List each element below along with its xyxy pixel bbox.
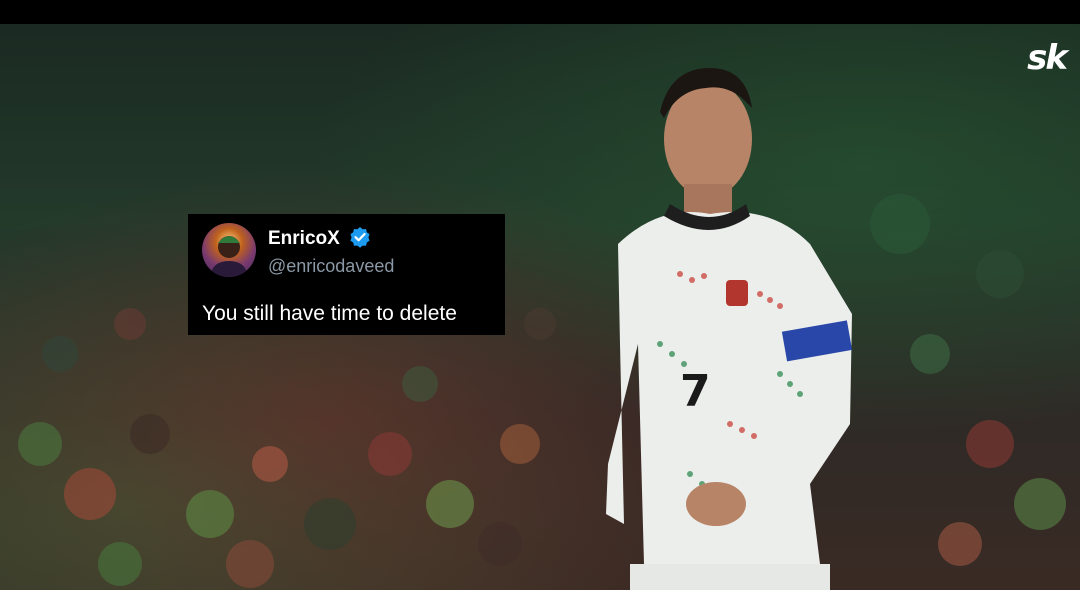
- tweet-handle: @enricodaveed: [268, 256, 395, 276]
- sportskeeda-logo: sk: [1027, 38, 1068, 78]
- crowd-background: [18, 194, 1066, 588]
- tweet-card: EnricoX @enricodaveed You still have tim…: [188, 214, 505, 335]
- player-figure: 7: [606, 68, 853, 590]
- avatar: [202, 223, 256, 277]
- image-frame: 7 sk EnricoX @enricodaveed You still hav…: [0, 0, 1080, 590]
- tweet-display-name: EnricoX: [268, 228, 340, 249]
- avatar-portrait-icon: [210, 236, 248, 277]
- shirt-number: 7: [680, 366, 711, 417]
- tweet-text: You still have time to delete: [202, 302, 457, 325]
- stadium-photo: 7: [0, 24, 1080, 590]
- verified-badge-icon: [350, 227, 370, 248]
